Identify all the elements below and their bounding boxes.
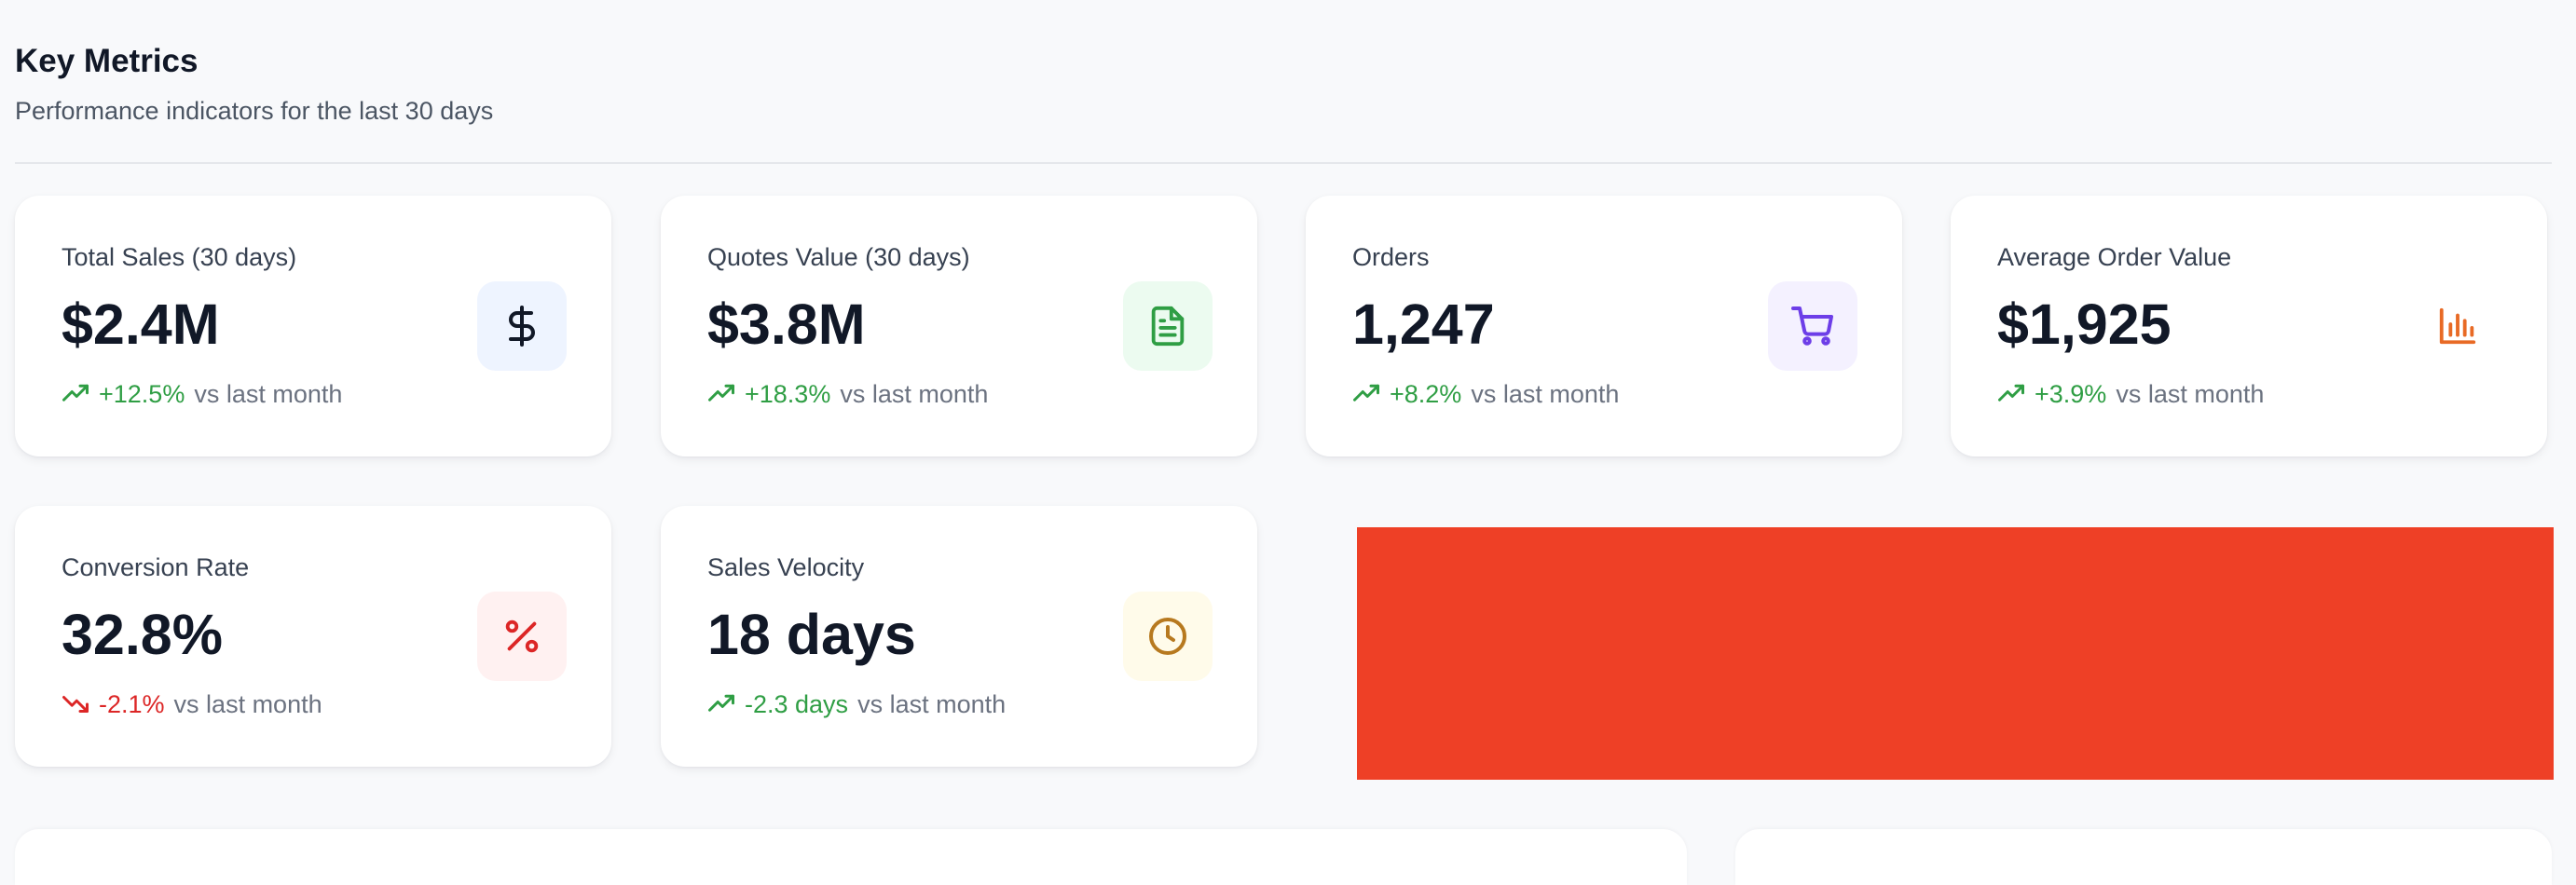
metric-value: $1,925 — [1997, 293, 2172, 356]
trend-suffix: vs last month — [194, 380, 343, 408]
metric-label: Conversion Rate — [62, 553, 250, 581]
metric-value: $3.8M — [707, 293, 866, 356]
percent-icon — [477, 592, 567, 681]
metric-card-orders: Orders 1,247 +8.2% vs last month — [1306, 196, 1902, 456]
trend-value: +8.2% — [1390, 380, 1462, 408]
metric-card-total-sales: Total Sales (30 days) $2.4M +12.5% vs la… — [15, 196, 611, 456]
metric-value: 32.8% — [62, 603, 223, 666]
metric-label: Orders — [1352, 243, 1430, 271]
trending-up-icon — [62, 380, 89, 408]
dollar-icon — [477, 281, 567, 371]
header-divider — [15, 162, 2552, 164]
document-icon — [1123, 281, 1213, 371]
trending-down-icon — [62, 690, 89, 718]
trend-suffix: vs last month — [857, 690, 1007, 718]
bottom-panel-left — [15, 829, 1687, 885]
bottom-panel-right — [1735, 829, 2552, 885]
metric-trend: +12.5% vs last month — [62, 376, 342, 412]
metric-trend: -2.3 days vs last month — [707, 687, 1006, 722]
trend-value: +18.3% — [745, 380, 831, 408]
trending-up-icon — [1352, 380, 1380, 408]
metric-value: $2.4M — [62, 293, 220, 356]
trending-up-icon — [707, 690, 735, 718]
trend-value: -2.3 days — [745, 690, 849, 718]
trend-value: +3.9% — [2035, 380, 2107, 408]
shopping-cart-icon — [1768, 281, 1857, 371]
section-header: Key Metrics Performance indicators for t… — [15, 37, 493, 129]
page-title: Key Metrics — [15, 43, 199, 79]
metric-trend: +3.9% vs last month — [1997, 376, 2264, 412]
trend-suffix: vs last month — [840, 380, 989, 408]
metric-card-sales-velocity: Sales Velocity 18 days -2.3 days vs last… — [661, 506, 1257, 767]
page-subtitle: Performance indicators for the last 30 d… — [15, 97, 494, 125]
metric-trend: -2.1% vs last month — [62, 687, 322, 722]
bar-chart-icon — [2413, 281, 2502, 371]
metric-card-conversion-rate: Conversion Rate 32.8% -2.1% vs last mont… — [15, 506, 611, 767]
metric-label: Sales Velocity — [707, 553, 865, 581]
trend-suffix: vs last month — [173, 690, 322, 718]
trend-value: +12.5% — [99, 380, 185, 408]
metric-trend: +18.3% vs last month — [707, 376, 988, 412]
trending-up-icon — [1997, 380, 2025, 408]
metric-card-quotes-value: Quotes Value (30 days) $3.8M +18.3% vs l… — [661, 196, 1257, 456]
clock-icon — [1123, 592, 1213, 681]
metric-label: Total Sales (30 days) — [62, 243, 297, 271]
metric-card-average-order-value: Average Order Value $1,925 +3.9% vs last… — [1951, 196, 2547, 456]
metric-trend: +8.2% vs last month — [1352, 376, 1619, 412]
metric-value: 1,247 — [1352, 293, 1495, 356]
placeholder-block — [1357, 527, 2554, 780]
trend-suffix: vs last month — [1471, 380, 1620, 408]
metric-value: 18 days — [707, 603, 916, 666]
metric-label: Average Order Value — [1997, 243, 2232, 271]
trending-up-icon — [707, 380, 735, 408]
trend-suffix: vs last month — [2116, 380, 2265, 408]
metric-label: Quotes Value (30 days) — [707, 243, 970, 271]
trend-value: -2.1% — [99, 690, 165, 718]
